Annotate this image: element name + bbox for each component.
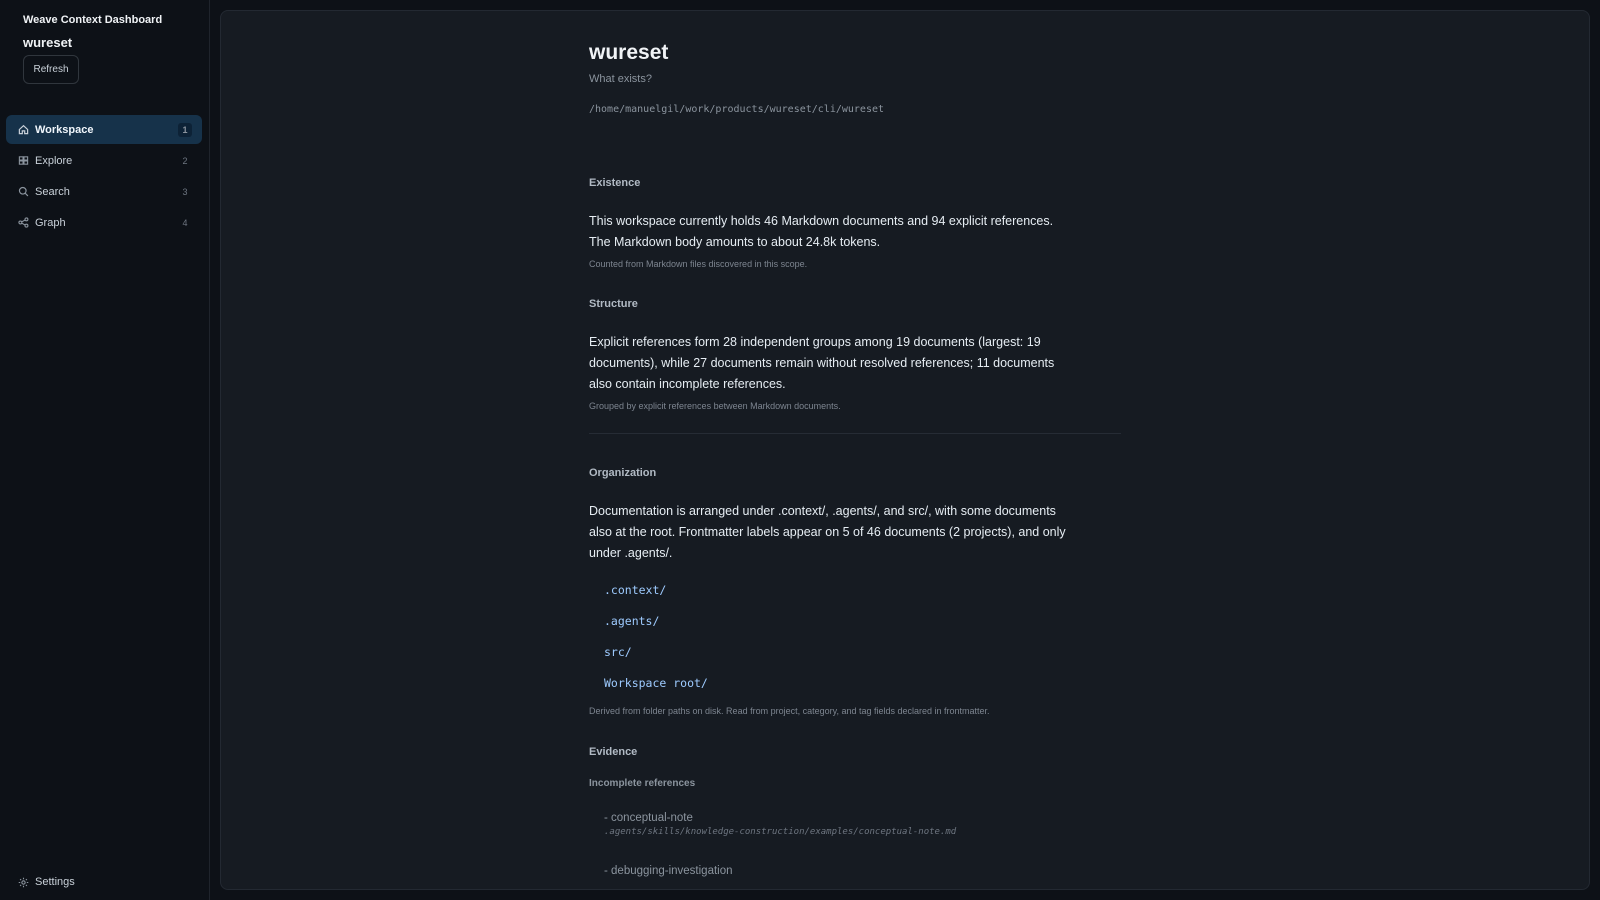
refresh-button[interactable]: Refresh <box>23 55 79 84</box>
sidebar-item-explore[interactable]: Explore 2 <box>6 146 202 175</box>
grid-icon <box>17 155 29 167</box>
structure-note: Grouped by explicit references between M… <box>589 401 841 411</box>
list-item[interactable]: - conceptual-note .agents/skills/knowled… <box>604 812 956 837</box>
folder-link-src[interactable]: src/ <box>604 645 632 659</box>
sidebar: Weave Context Dashboard wureset Refresh … <box>0 0 210 900</box>
gear-icon <box>17 876 29 888</box>
shortcut-badge: 3 <box>182 186 188 197</box>
organization-note: Derived from folder paths on disk. Read … <box>589 706 990 716</box>
sidebar-item-label: Graph <box>35 216 66 229</box>
share-icon <box>17 217 29 229</box>
reference-name: - conceptual-note <box>604 812 693 824</box>
evidence-heading: Evidence <box>589 746 638 758</box>
folder-link-context[interactable]: .context/ <box>604 583 666 597</box>
sidebar-item-search[interactable]: Search 3 <box>6 177 202 206</box>
structure-body: Explicit references form 28 independent … <box>589 335 1055 391</box>
settings-label: Settings <box>35 876 75 888</box>
page-title: wureset <box>589 41 669 64</box>
shortcut-badge: 2 <box>182 155 188 166</box>
structure-heading: Structure <box>589 298 638 310</box>
main-panel: wureset What exists? /home/manuelgil/wor… <box>220 10 1590 890</box>
search-icon <box>17 186 29 198</box>
reference-path: .agents/skills/knowledge-construction/ex… <box>604 827 957 837</box>
sidebar-item-workspace[interactable]: Workspace 1 <box>6 115 202 144</box>
folder-link-agents[interactable]: .agents/ <box>604 614 659 628</box>
folder-link-root[interactable]: Workspace root/ <box>604 676 708 690</box>
incomplete-references-heading: Incomplete references <box>589 778 696 789</box>
home-icon <box>17 124 29 136</box>
existence-heading: Existence <box>589 177 641 189</box>
sidebar-item-label: Workspace <box>35 123 94 136</box>
shortcut-badge: 1 <box>178 122 192 137</box>
list-item[interactable]: - debugging-investigation <box>604 865 733 877</box>
workspace-name: wureset <box>23 35 73 50</box>
shortcut-badge: 4 <box>182 217 188 228</box>
sidebar-nav: Workspace 1 Explore 2 Search 3 Graph 4 <box>6 115 202 239</box>
workspace-path: /home/manuelgil/work/products/wureset/cl… <box>589 104 885 115</box>
existence-note: Counted from Markdown files discovered i… <box>589 259 808 269</box>
sidebar-item-settings[interactable]: Settings <box>17 876 75 888</box>
existence-body: This workspace currently holds 46 Markdo… <box>589 214 1054 249</box>
reference-name: - debugging-investigation <box>604 865 733 877</box>
section-divider <box>589 433 1121 434</box>
sidebar-item-graph[interactable]: Graph 4 <box>6 208 202 237</box>
sidebar-item-label: Search <box>35 185 70 198</box>
app-title: Weave Context Dashboard <box>23 14 163 26</box>
sidebar-item-label: Explore <box>35 154 73 167</box>
organization-heading: Organization <box>589 467 657 479</box>
organization-body: Documentation is arranged under .context… <box>589 504 1066 560</box>
page-subtitle: What exists? <box>589 73 652 85</box>
